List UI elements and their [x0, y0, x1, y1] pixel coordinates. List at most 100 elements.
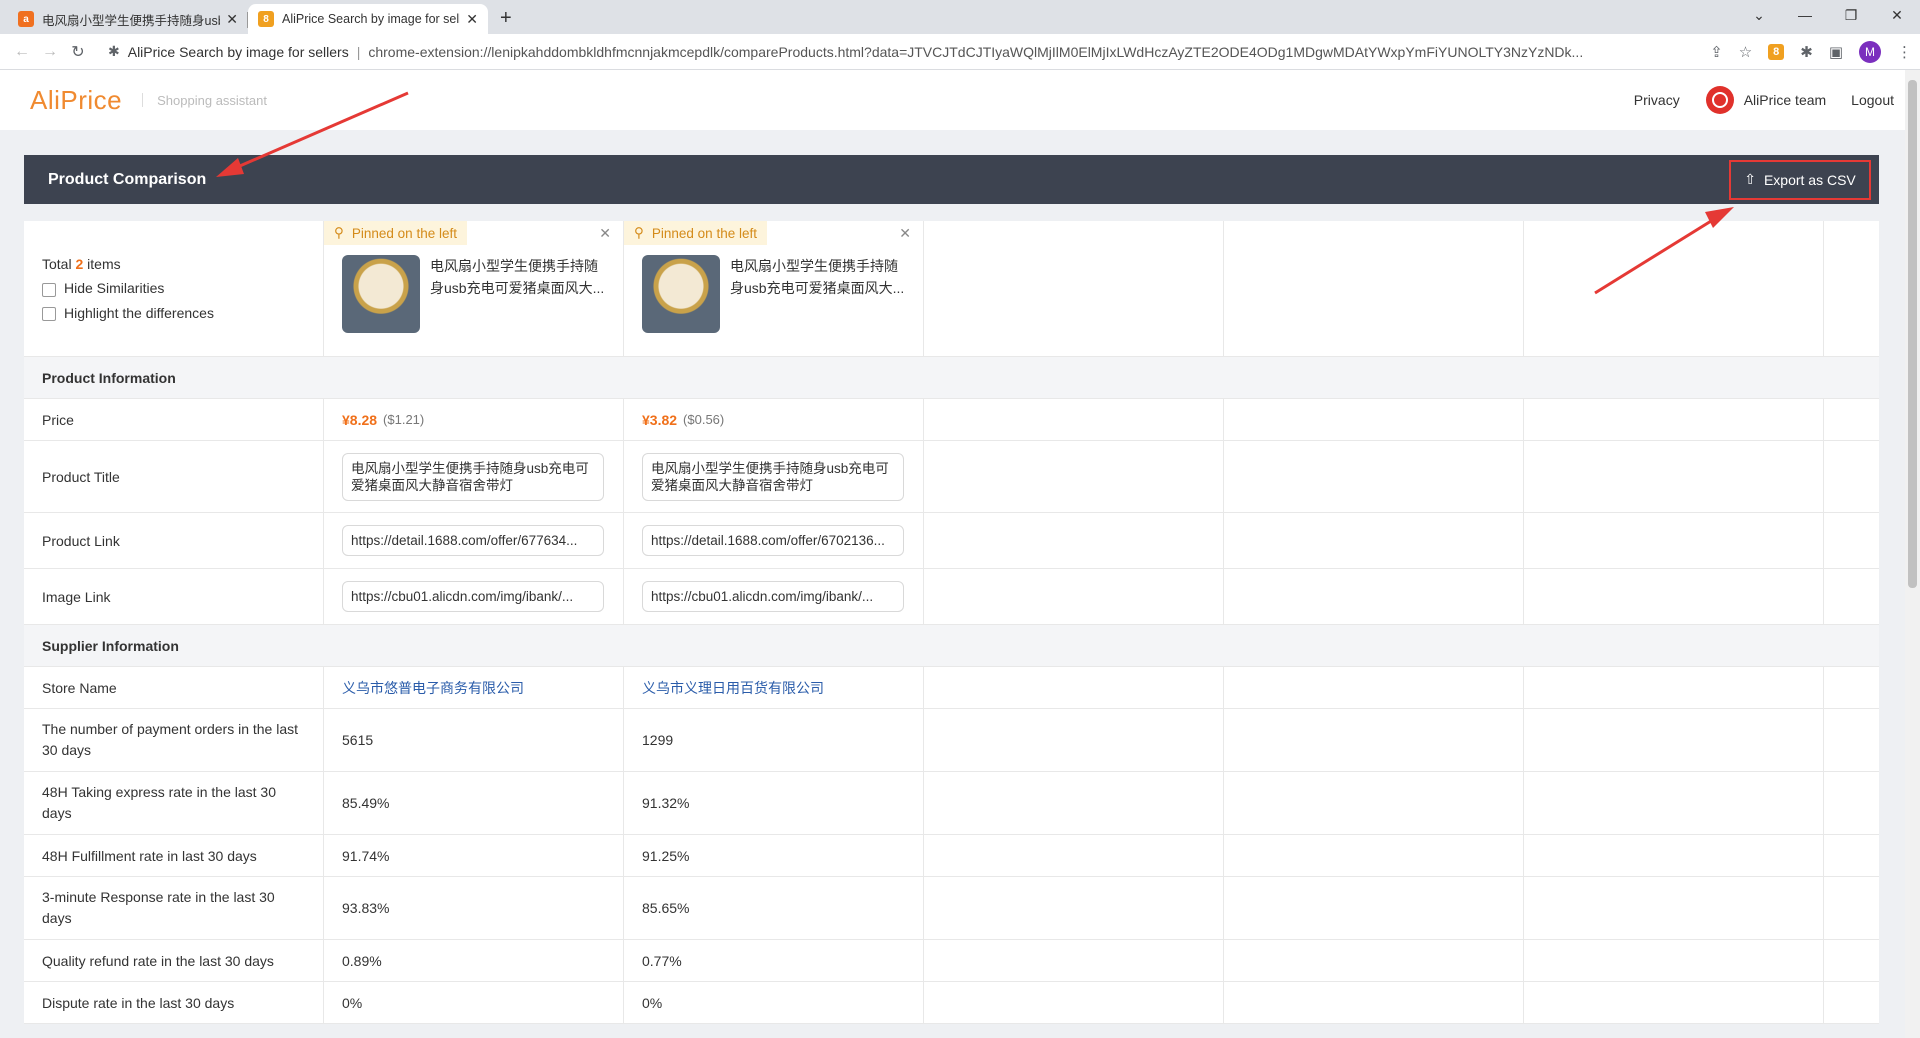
minimize-icon[interactable]: —: [1782, 0, 1828, 30]
product-title-field[interactable]: 电风扇小型学生便携手持随身usb充电可爱猪桌面风大静音宿舍带灯: [342, 452, 604, 501]
value-cell: 91.32%: [624, 772, 924, 834]
product-image[interactable]: [642, 255, 720, 333]
table-row: Product Link https://detail.1688.com/off…: [24, 513, 1879, 569]
store-link[interactable]: 义乌市悠普电子商务有限公司: [342, 678, 524, 698]
forward-icon[interactable]: →: [36, 43, 64, 61]
row-label: Price: [24, 399, 324, 440]
table-row: Image Link https://cbu01.alicdn.com/img/…: [24, 569, 1879, 625]
row-label: The number of payment orders in the last…: [24, 709, 324, 771]
product-card: 电风扇小型学生便携手持随身usb充电可爱猪桌面风大...: [342, 255, 610, 333]
reload-icon[interactable]: ↻: [64, 42, 92, 62]
close-tab-icon[interactable]: ✕: [226, 11, 238, 28]
section-title: Product Information: [42, 369, 176, 386]
image-link-field[interactable]: https://cbu01.alicdn.com/img/ibank/...: [642, 581, 904, 612]
pin-icon: ⚲: [334, 225, 344, 240]
value-cell: 0.89%: [324, 940, 624, 981]
value-cell: 91.25%: [624, 835, 924, 876]
scrollbar-thumb[interactable]: [1908, 80, 1917, 588]
extensions-icon[interactable]: ✱: [1800, 43, 1813, 61]
app-header: AliPrice Shopping assistant Privacy AliP…: [0, 70, 1920, 130]
share-icon[interactable]: ⇪: [1710, 43, 1723, 61]
back-icon[interactable]: ←: [8, 43, 36, 61]
image-link-field[interactable]: https://cbu01.alicdn.com/img/ibank/...: [342, 581, 604, 612]
empty-column: [1224, 221, 1524, 356]
omnibox[interactable]: ✱ AliPrice Search by image for sellers |…: [98, 38, 1698, 66]
product-card-title[interactable]: 电风扇小型学生便携手持随身usb充电可爱猪桌面风大...: [430, 255, 610, 299]
tab-title: 电风扇小型学生便携手持随身usb充电可爱猪桌面风大静音宿舍带灯: [42, 13, 220, 28]
table-row: Store Name 义乌市悠普电子商务有限公司 义乌市义理日用百货有限公司: [24, 667, 1879, 709]
profile-avatar[interactable]: M: [1859, 40, 1881, 63]
empty-column: [1524, 221, 1824, 356]
value-cell: 85.65%: [624, 877, 924, 939]
comparison-table: Total 2 items Hide Similarities Highligh…: [24, 221, 1879, 1024]
alibaba-icon: a: [18, 11, 34, 27]
upload-icon: ⇧: [1744, 171, 1756, 187]
privacy-link[interactable]: Privacy: [1634, 92, 1680, 108]
header-nav: Privacy AliPrice team Logout: [1634, 86, 1894, 114]
aliprice-extension-icon[interactable]: 8: [1768, 43, 1785, 60]
value-cell: 85.49%: [324, 772, 624, 834]
product-card: 电风扇小型学生便携手持随身usb充电可爱猪桌面风大...: [642, 255, 910, 333]
browser-toolbar: ⇪ ☆ 8 ✱ ▣ M ⋮: [1710, 40, 1912, 63]
omnibox-separator: |: [356, 43, 361, 60]
side-panel-icon[interactable]: ▣: [1829, 43, 1843, 61]
vertical-scrollbar[interactable]: [1905, 70, 1920, 1038]
aliprice-logo[interactable]: AliPrice: [30, 85, 122, 116]
export-csv-button[interactable]: ⇧ Export as CSV: [1729, 159, 1871, 200]
close-tab-icon[interactable]: ✕: [466, 11, 478, 28]
product-link-field[interactable]: https://detail.1688.com/offer/677634...: [342, 525, 604, 556]
window-controls: ⌄ — ❐ ✕: [1736, 0, 1920, 30]
address-bar: ← → ↻ ✱ AliPrice Search by image for sel…: [0, 34, 1920, 70]
section-header: Product Information: [24, 357, 1879, 399]
value-cell: 0%: [624, 982, 924, 1023]
tab-title: AliPrice Search by image for sellers: [282, 12, 461, 26]
team-name[interactable]: AliPrice team: [1744, 92, 1826, 108]
product-card-title[interactable]: 电风扇小型学生便携手持随身usb充电可爱猪桌面风大...: [730, 255, 910, 299]
pinned-badge: ⚲ Pinned on the left: [324, 221, 467, 245]
value-cell: 0.77%: [624, 940, 924, 981]
hide-similarities-checkbox[interactable]: Hide Similarities: [42, 280, 164, 297]
star-icon[interactable]: ☆: [1739, 43, 1752, 61]
value-cell: 0%: [324, 982, 624, 1023]
tab-search-icon[interactable]: ⌄: [1736, 0, 1782, 30]
value-cell: 1299: [624, 709, 924, 771]
remove-product-icon[interactable]: ✕: [899, 225, 911, 242]
checkbox[interactable]: [42, 282, 56, 297]
remove-product-icon[interactable]: ✕: [599, 225, 611, 242]
team-logo-icon: [1705, 86, 1734, 114]
row-label: 48H Taking express rate in the last 30 d…: [24, 772, 324, 834]
pinned-badge: ⚲ Pinned on the left: [624, 221, 767, 245]
empty-column: [924, 221, 1224, 356]
menu-icon[interactable]: ⋮: [1897, 43, 1912, 61]
price-cell: ¥8.28 ($1.21): [324, 399, 624, 440]
table-row: Price ¥8.28 ($1.21) ¥3.82 ($0.56): [24, 399, 1879, 441]
section-title: Supplier Information: [42, 637, 179, 654]
value-cell: 93.83%: [324, 877, 624, 939]
section-header: Supplier Information: [24, 625, 1879, 667]
table-row: The number of payment orders in the last…: [24, 709, 1879, 772]
logout-link[interactable]: Logout: [1851, 92, 1894, 108]
row-label: Dispute rate in the last 30 days: [24, 982, 324, 1023]
table-row: Quality refund rate in the last 30 days …: [24, 940, 1879, 982]
product-title-field[interactable]: 电风扇小型学生便携手持随身usb充电可爱猪桌面风大静音宿舍带灯: [642, 452, 904, 501]
new-tab-icon[interactable]: +: [500, 7, 512, 30]
close-window-icon[interactable]: ✕: [1874, 0, 1920, 30]
tagline: Shopping assistant: [157, 92, 267, 108]
empty-column: [1824, 221, 1879, 356]
product-image[interactable]: [342, 255, 420, 333]
puzzle-icon: ✱: [108, 43, 120, 59]
highlight-differences-checkbox[interactable]: Highlight the differences: [42, 305, 214, 321]
product-column-1: ⚲ Pinned on the left ✕ 电风扇小型学生便携手持随身usb充电…: [324, 221, 624, 356]
aliprice-icon: 8: [258, 11, 274, 27]
row-label: Store Name: [24, 667, 324, 708]
restore-icon[interactable]: ❐: [1828, 0, 1874, 30]
row-label: Product Link: [24, 513, 324, 568]
table-row: Product Title 电风扇小型学生便携手持随身usb充电可爱猪桌面风大静…: [24, 441, 1879, 513]
browser-tab-aliprice[interactable]: 8 AliPrice Search by image for sellers ✕: [248, 4, 488, 34]
product-link-field[interactable]: https://detail.1688.com/offer/6702136...: [642, 525, 904, 556]
row-label: 3-minute Response rate in the last 30 da…: [24, 877, 324, 939]
store-link[interactable]: 义乌市义理日用百货有限公司: [642, 678, 824, 698]
checkbox[interactable]: [42, 306, 56, 321]
browser-tab-product[interactable]: a 电风扇小型学生便携手持随身usb充电可爱猪桌面风大静音宿舍带灯 ✕: [8, 4, 248, 34]
site-name: AliPrice Search by image for sellers: [127, 43, 349, 60]
